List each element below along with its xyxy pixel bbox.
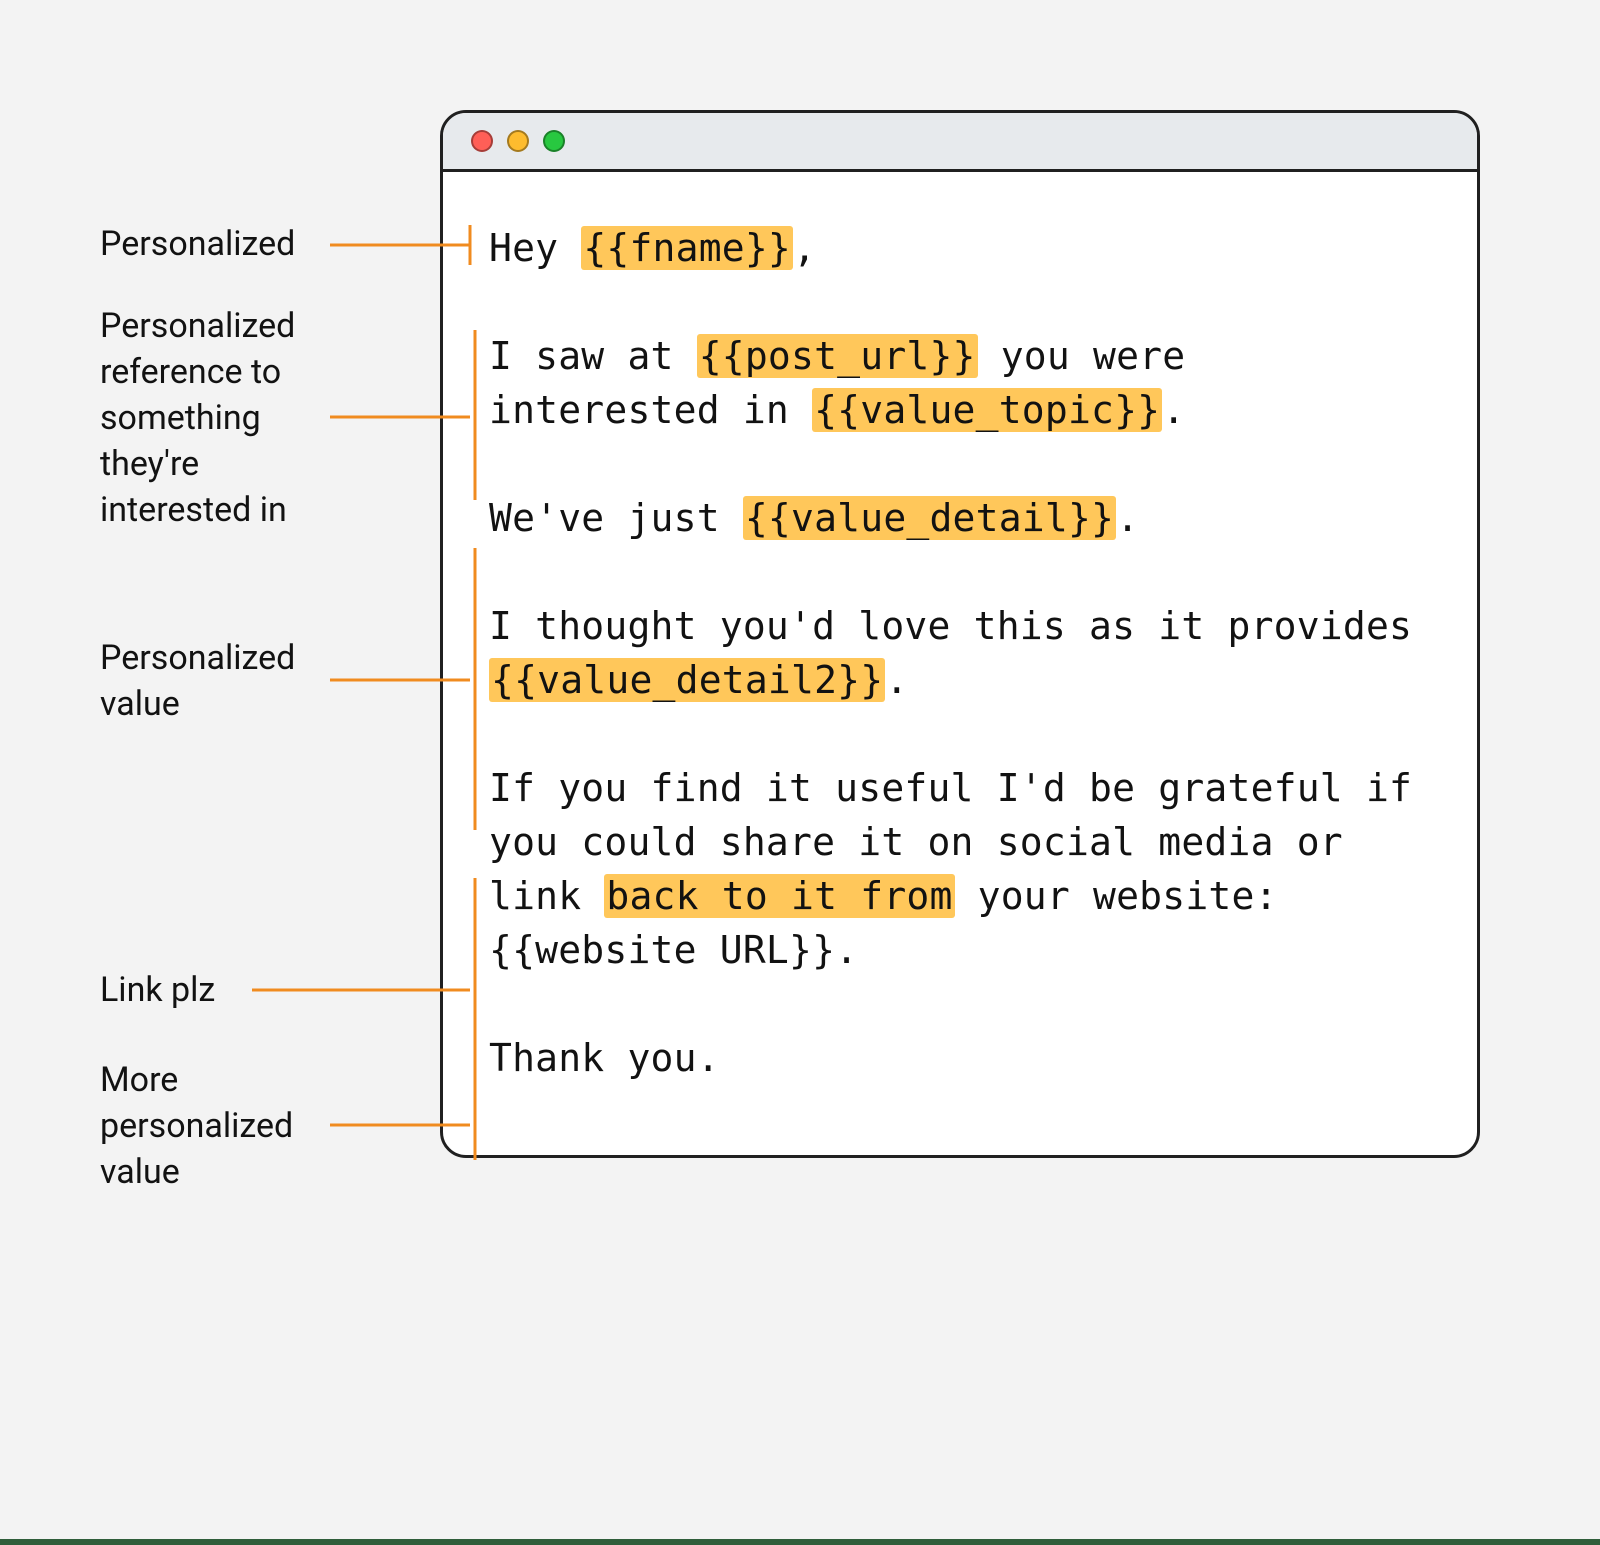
- token-post-url: {{post_url}}: [697, 334, 978, 378]
- email-greeting: Hey {{fname}},: [489, 222, 1431, 276]
- token-fname: {{fname}}: [581, 226, 793, 270]
- email-ask: If you find it useful I'd be grateful if…: [489, 762, 1431, 978]
- token-value-detail2: {{value_detail2}}: [489, 658, 885, 702]
- annotation-link-plz: Link plz: [100, 968, 215, 1014]
- email-value-b: I thought you'd love this as it provides…: [489, 600, 1431, 708]
- token-value-topic: {{value_topic}}: [812, 388, 1162, 432]
- email-body: Hey {{fname}}, I saw at {{post_url}} you…: [443, 172, 1477, 1155]
- highlight-link-back: back to it from: [604, 874, 954, 918]
- email-reference: I saw at {{post_url}} you were intereste…: [489, 330, 1431, 438]
- annotation-personalized: Personalized: [100, 222, 295, 268]
- close-icon[interactable]: [471, 130, 493, 152]
- email-value-a: We've just {{value_detail}}.: [489, 492, 1431, 546]
- email-window: Hey {{fname}}, I saw at {{post_url}} you…: [440, 110, 1480, 1158]
- zoom-icon[interactable]: [543, 130, 565, 152]
- bottom-rule: [0, 1539, 1600, 1545]
- minimize-icon[interactable]: [507, 130, 529, 152]
- annotation-personalized-value: Personalized value: [100, 636, 295, 728]
- annotation-personalized-ref: Personalized reference to something they…: [100, 304, 295, 533]
- email-signoff: Thank you.: [489, 1032, 1431, 1086]
- token-value-detail: {{value_detail}}: [743, 496, 1116, 540]
- titlebar: [443, 113, 1477, 172]
- annotation-more-value: More personalized value: [100, 1058, 293, 1196]
